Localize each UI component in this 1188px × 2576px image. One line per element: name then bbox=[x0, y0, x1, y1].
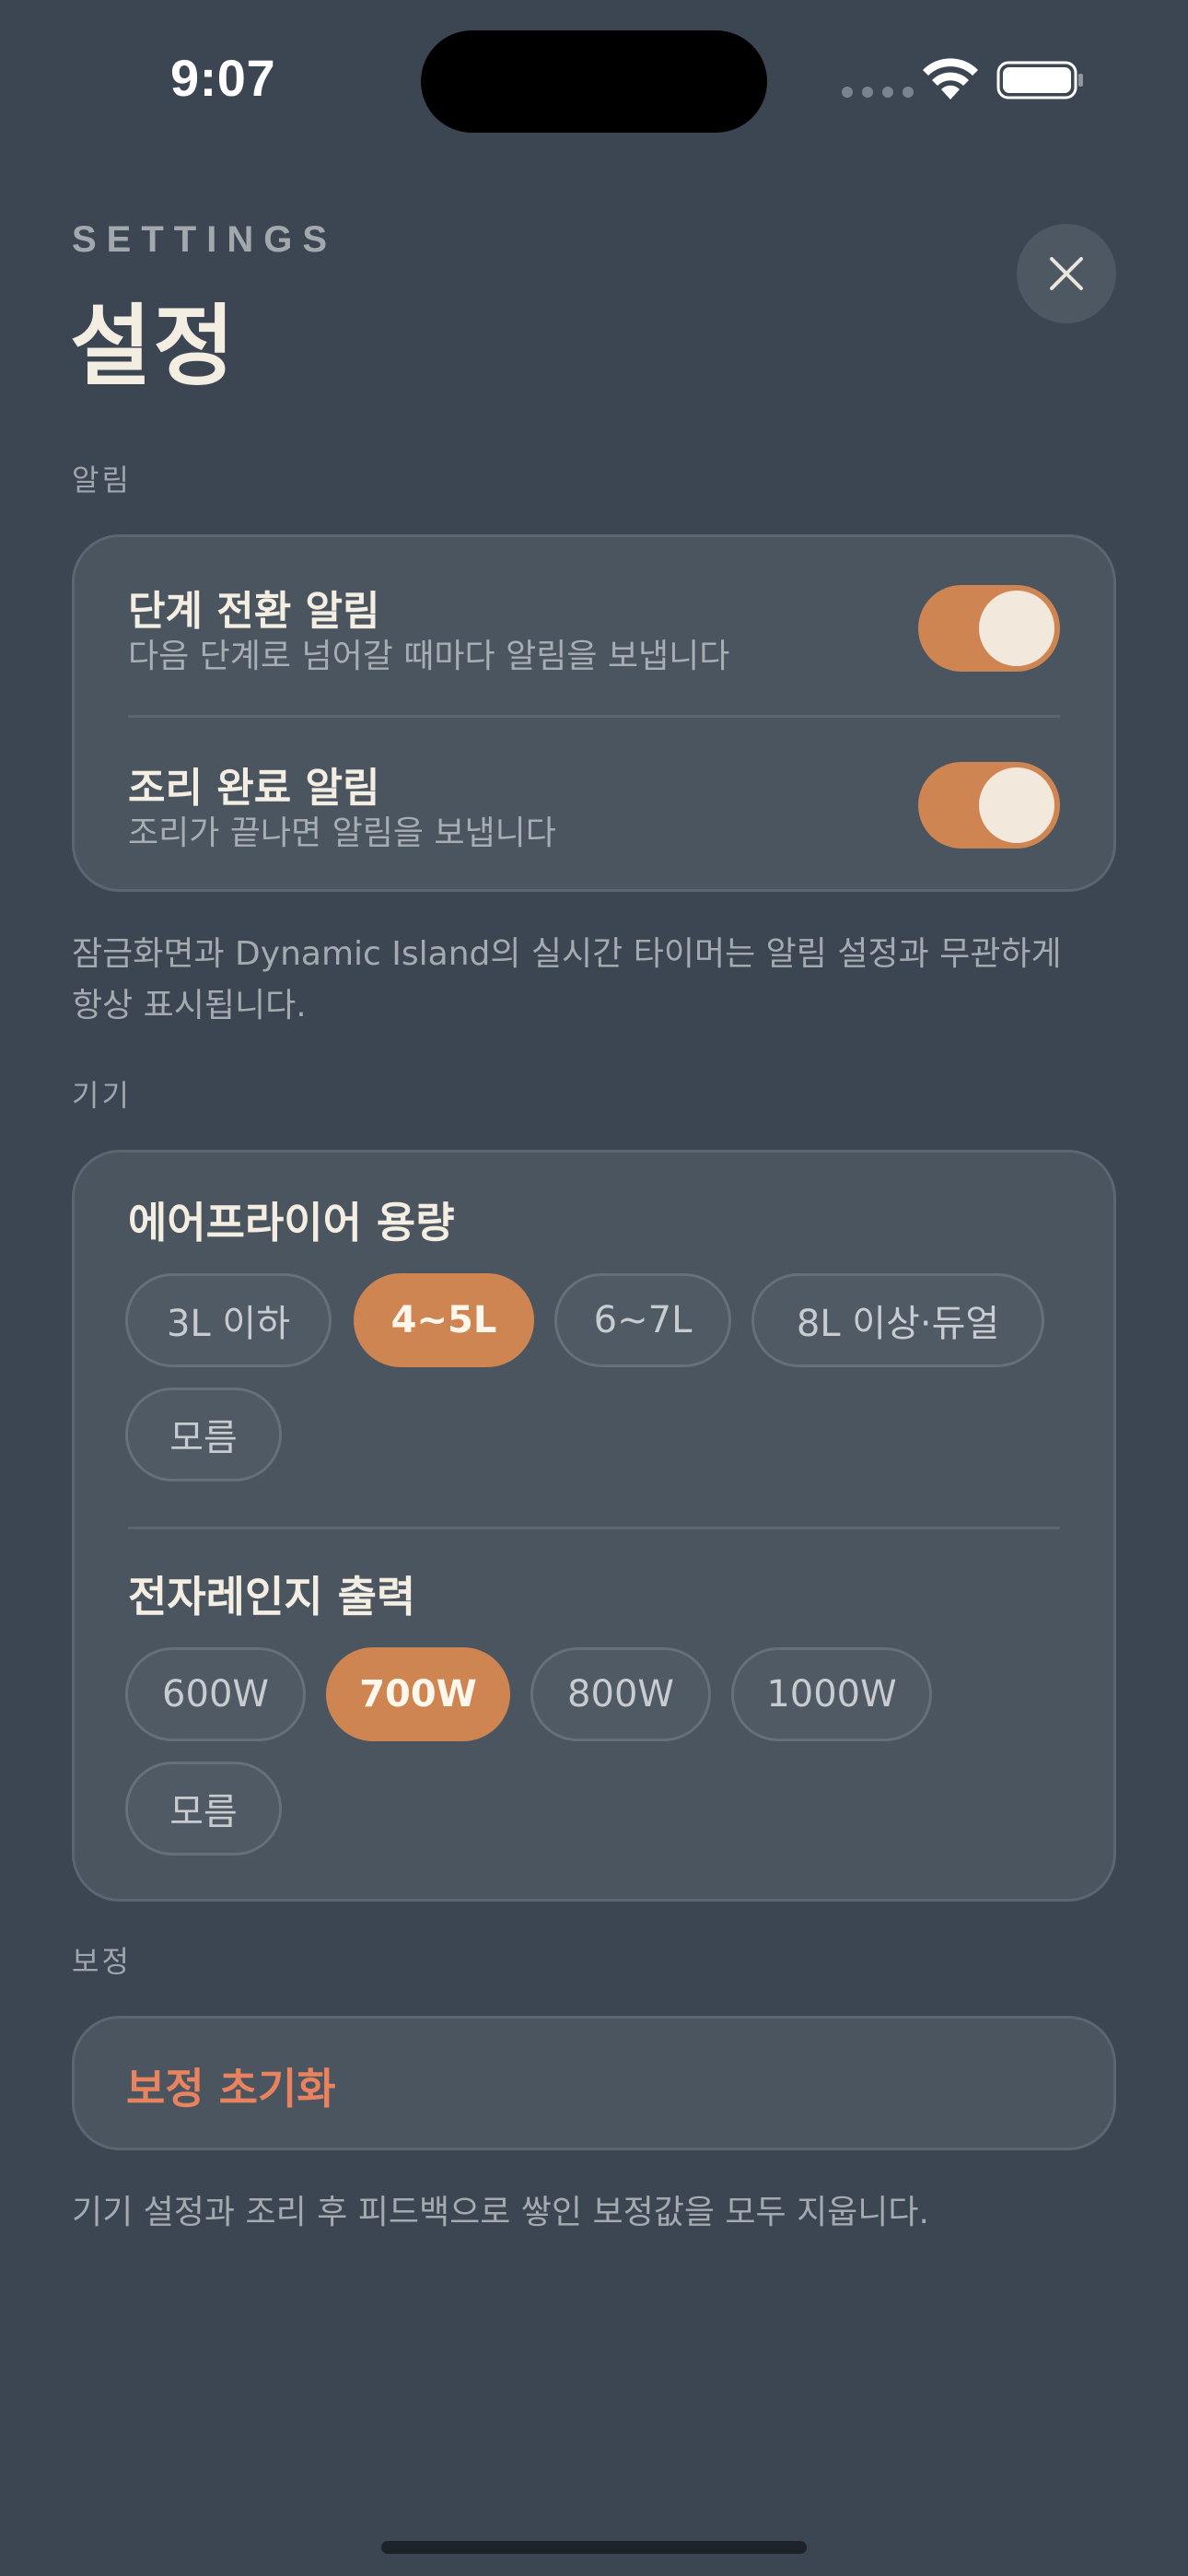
devices-card: 에어프라이어 용량 3L 이하 4~5L 6~7L 8L 이상·듀얼 모름 전자… bbox=[72, 1150, 1116, 1902]
setting-row-step-alert: 단계 전환 알림 다음 단계로 넘어갈 때마다 알림을 보냅니다 bbox=[128, 537, 1060, 714]
airfryer-option-6-7l[interactable]: 6~7L bbox=[554, 1273, 731, 1367]
calibration-note: 기기 설정과 조리 후 피드백으로 쌓인 보정값을 모두 지웁니다. bbox=[72, 2194, 929, 2231]
dynamic-island bbox=[421, 30, 767, 133]
settings-screen: 9:07 SETTINGS 설정 알림 단계 전환 알림 다음 단계로 넘어갈 … bbox=[0, 0, 1188, 2576]
microwave-option-1000w[interactable]: 1000W bbox=[731, 1647, 932, 1741]
microwave-option-700w[interactable]: 700W bbox=[326, 1647, 510, 1741]
airfryer-option-4-5l[interactable]: 4~5L bbox=[354, 1273, 534, 1367]
note-line: 잠금화면과 Dynamic Island의 실시간 타이머는 알림 설정과 무관… bbox=[72, 935, 1062, 973]
row-subtitle: 다음 단계로 넘어갈 때마다 알림을 보냅니다 bbox=[128, 638, 730, 675]
airfryer-capacity-title: 에어프라이어 용량 bbox=[128, 1198, 455, 1247]
step-alert-toggle[interactable] bbox=[918, 585, 1060, 672]
toggle-knob bbox=[979, 591, 1054, 666]
page-title: 설정 bbox=[70, 295, 237, 398]
notifications-card: 단계 전환 알림 다음 단계로 넘어갈 때마다 알림을 보냅니다 조리 완료 알… bbox=[72, 534, 1116, 892]
section-label-devices: 기기 bbox=[72, 1078, 132, 1113]
microwave-option-800w[interactable]: 800W bbox=[530, 1647, 711, 1741]
airfryer-option-unknown[interactable]: 모름 bbox=[125, 1388, 282, 1481]
wifi-icon bbox=[923, 58, 978, 100]
notifications-note: 잠금화면과 Dynamic Island의 실시간 타이머는 알림 설정과 무관… bbox=[72, 929, 1131, 1032]
microwave-option-unknown[interactable]: 모름 bbox=[125, 1762, 282, 1856]
microwave-power-title: 전자레인지 출력 bbox=[128, 1572, 416, 1622]
setting-row-done-alert: 조리 완료 알림 조리가 끝나면 알림을 보냅니다 bbox=[128, 714, 1060, 891]
reset-calibration-button[interactable]: 보정 초기화 bbox=[72, 2016, 1116, 2150]
row-title: 단계 전환 알림 bbox=[128, 588, 380, 635]
section-label-calibration: 보정 bbox=[72, 1944, 132, 1979]
microwave-option-600w[interactable]: 600W bbox=[125, 1647, 306, 1741]
row-title: 조리 완료 알림 bbox=[128, 765, 380, 812]
reset-calibration-label: 보정 초기화 bbox=[126, 2064, 336, 2113]
section-label-notifications: 알림 bbox=[72, 463, 132, 498]
toggle-knob bbox=[979, 767, 1054, 843]
row-subtitle: 조리가 끝나면 알림을 보냅니다 bbox=[128, 814, 556, 852]
close-icon bbox=[1050, 257, 1083, 290]
status-time: 9:07 bbox=[170, 49, 276, 107]
done-alert-toggle[interactable] bbox=[918, 762, 1060, 849]
airfryer-option-3l[interactable]: 3L 이하 bbox=[125, 1273, 332, 1367]
close-button[interactable] bbox=[1017, 224, 1116, 323]
divider bbox=[128, 1527, 1060, 1529]
airfryer-option-8l-dual[interactable]: 8L 이상·듀얼 bbox=[751, 1273, 1044, 1367]
note-line: 항상 표시됩니다. bbox=[72, 987, 307, 1025]
battery-icon bbox=[996, 61, 1083, 100]
home-indicator[interactable] bbox=[381, 2541, 807, 2554]
page-eyebrow: SETTINGS bbox=[72, 219, 338, 260]
cellular-signal-icon bbox=[842, 87, 914, 98]
